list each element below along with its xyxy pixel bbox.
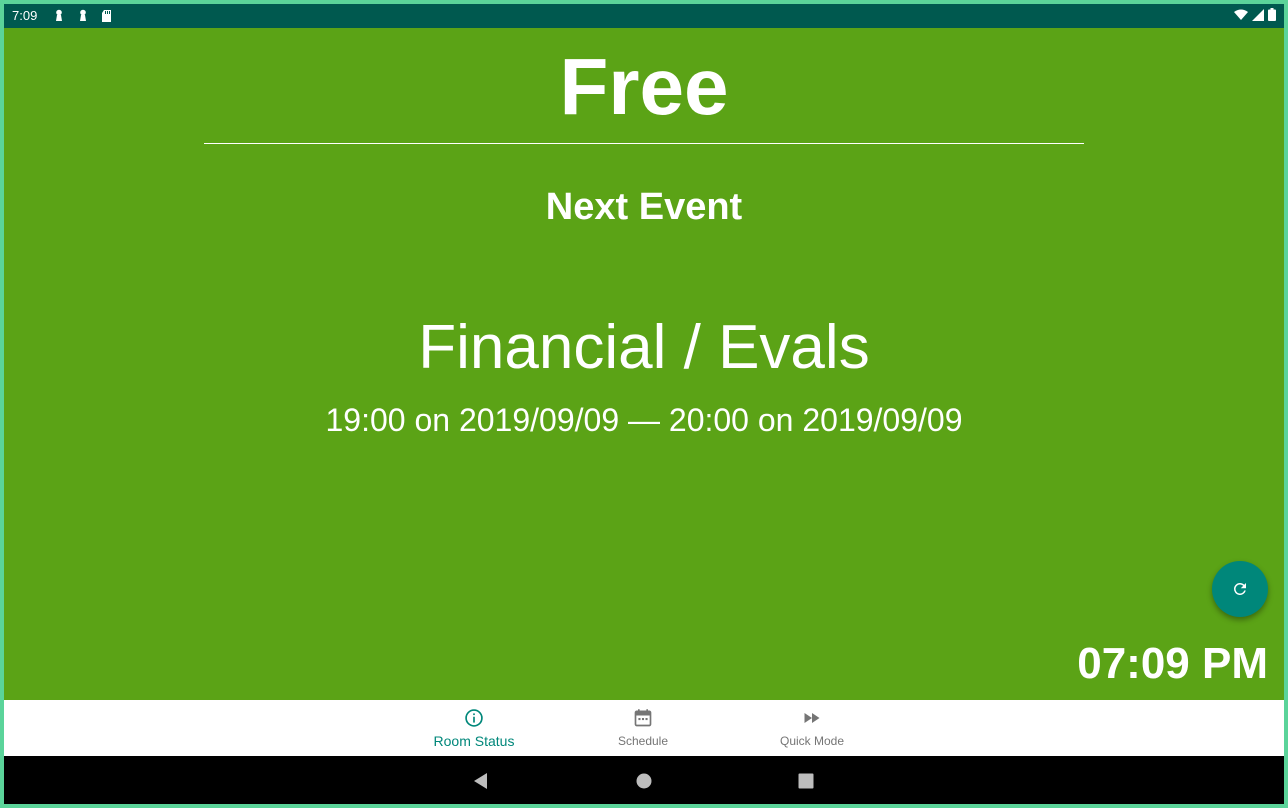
room-status-view: Free Next Event Financial / Evals 19:00 …	[4, 28, 1284, 700]
nav-schedule-label: Schedule	[617, 734, 669, 748]
nav-room-status[interactable]: Room Status	[390, 700, 558, 756]
status-time: 7:09	[12, 8, 38, 23]
sd-card-icon	[102, 10, 111, 22]
signal-icon	[1252, 8, 1264, 21]
pawn-icon	[56, 9, 62, 21]
wifi-icon	[1234, 9, 1248, 20]
nav-schedule[interactable]: Schedule	[559, 700, 727, 756]
battery-icon	[1268, 8, 1276, 21]
pawn-icon	[80, 9, 86, 21]
nav-quick-mode-label: Quick Mode	[779, 734, 845, 748]
room-status-title: Free	[559, 42, 729, 131]
refresh-icon	[1233, 583, 1246, 595]
status-icons	[1234, 8, 1276, 21]
event-title: Financial / Evals	[418, 313, 870, 382]
system-navigation-bar	[4, 756, 1284, 804]
next-event-label: Next Event	[545, 186, 743, 228]
divider	[204, 143, 1084, 144]
nav-room-status-label: Room Status	[433, 733, 515, 749]
refresh-button[interactable]	[1212, 561, 1268, 617]
nav-quick-mode[interactable]: Quick Mode	[728, 700, 896, 756]
fast-forward-icon	[804, 713, 820, 723]
bottom-navigation: Room Status Schedule Quick Mode	[4, 700, 1284, 756]
calendar-icon	[634, 709, 652, 727]
recents-icon[interactable]	[797, 772, 815, 790]
status-bar: 7:09	[4, 4, 1284, 28]
app-frame: 7:09 Free Next Event Financial / Evals 1…	[4, 4, 1284, 804]
info-icon	[465, 709, 483, 727]
home-icon[interactable]	[635, 772, 653, 790]
event-time-range: 19:00 on 2019/09/09 — 20:00 on 2019/09/0…	[325, 402, 963, 438]
back-icon[interactable]	[472, 772, 490, 790]
clock: 07:09 PM	[1077, 639, 1268, 688]
